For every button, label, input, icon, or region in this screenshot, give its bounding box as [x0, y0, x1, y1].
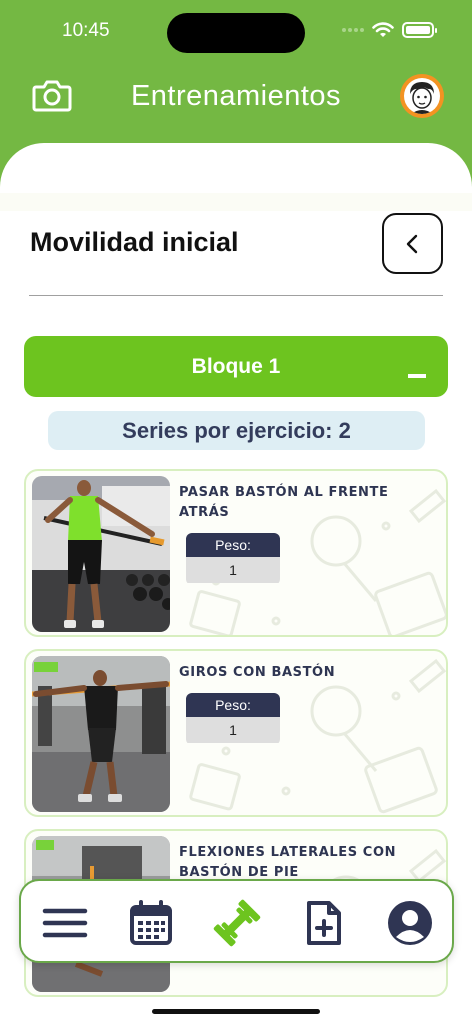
avatar[interactable] [400, 74, 444, 118]
series-per-exercise: Series por ejercicio: 2 [48, 411, 425, 450]
wifi-icon [372, 22, 394, 37]
weight-field[interactable]: Peso: 1 [186, 533, 280, 585]
block-title: Bloque 1 [191, 354, 281, 378]
bottom-navigation [19, 879, 454, 963]
block-header[interactable]: Bloque 1 [24, 336, 448, 397]
divider [29, 295, 443, 296]
exercise-card[interactable]: PASAR BASTÓN AL FRENTE ATRÁS Peso: 1 [24, 469, 448, 637]
menu-icon [42, 908, 88, 938]
home-indicator [152, 1009, 320, 1014]
back-button[interactable] [382, 213, 443, 274]
nav-profile[interactable] [386, 899, 434, 947]
weight-value[interactable]: 1 [186, 717, 280, 743]
app-header: Entrenamientos [0, 64, 472, 134]
minus-icon[interactable] [408, 374, 426, 378]
section-title: Movilidad inicial [30, 227, 239, 257]
exercise-name: PASAR BASTÓN AL FRENTE ATRÁS [179, 485, 389, 520]
battery-icon [402, 22, 437, 38]
exercise-thumbnail[interactable] [32, 476, 170, 632]
status-time: 10:45 [62, 20, 110, 41]
account-icon [388, 901, 432, 945]
avatar-image [404, 78, 440, 114]
calendar-icon [130, 900, 172, 945]
exercise-thumbnail[interactable] [32, 656, 170, 812]
exercise-name: FLEXIONES LATERALES CON BASTÓN DE PIE [179, 845, 397, 880]
nav-calendar[interactable] [127, 899, 175, 947]
weight-value[interactable]: 1 [186, 557, 280, 583]
status-indicators [342, 22, 437, 38]
nav-workouts[interactable] [213, 899, 261, 947]
dumbbell-icon [213, 899, 261, 947]
dynamic-island [167, 13, 305, 53]
add-document-icon [307, 901, 341, 945]
exercise-card[interactable]: GIROS CON BASTÓN Peso: 1 [24, 649, 448, 817]
weight-field[interactable]: Peso: 1 [186, 693, 280, 745]
status-bar: 10:45 [0, 0, 472, 64]
weight-label: Peso: [186, 693, 280, 717]
nav-menu[interactable] [41, 899, 89, 947]
weight-label: Peso: [186, 533, 280, 557]
exercise-name: GIROS CON BASTÓN [179, 665, 336, 680]
nav-add-document[interactable] [300, 899, 348, 947]
signal-icon [342, 28, 364, 32]
chevron-left-icon [406, 234, 417, 253]
